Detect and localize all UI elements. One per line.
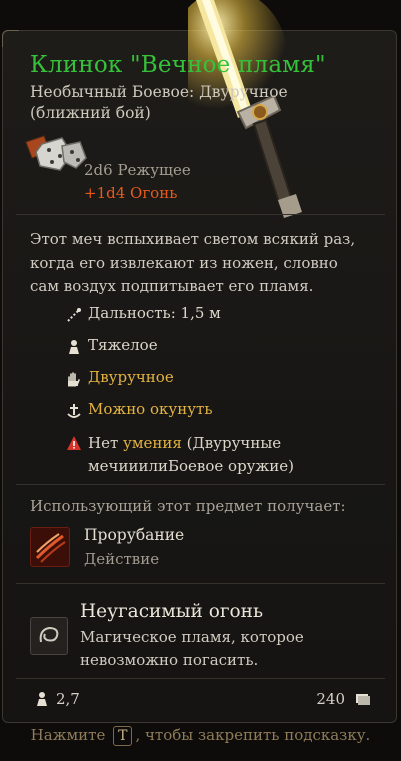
slash-action-icon[interactable] <box>30 527 70 567</box>
passive-name: Неугасимый огонь <box>80 601 264 622</box>
coin-icon <box>355 692 371 706</box>
pin-key[interactable]: T <box>113 726 133 746</box>
property-two-handed-label: Двуручное <box>88 368 174 386</box>
dip-icon <box>64 401 84 421</box>
weight-value: 2,7 <box>56 690 80 708</box>
item-description: Этот меч вспыхивает светом всякий раз, к… <box>30 230 356 295</box>
divider <box>16 678 385 679</box>
item-price: 240 <box>316 690 371 708</box>
weight-icon <box>36 691 48 707</box>
pin-hint: Нажмите T, чтобы закрепить подсказку. <box>0 726 401 746</box>
property-dippable-label: Можно окунуть <box>88 400 213 418</box>
property-heavy: Тяжелое <box>64 336 158 357</box>
action-type: Действие <box>84 550 160 568</box>
property-two-handed: Двуручное <box>64 368 174 389</box>
hint-before: Нажмите <box>30 726 106 744</box>
fire-passive-icon[interactable] <box>30 617 68 655</box>
damage-primary: 2d6 Режущее <box>84 161 191 179</box>
property-proficiency: Нет умения (Двуручные мечииилиБоевое ору… <box>64 432 364 478</box>
warning-icon <box>64 433 84 453</box>
item-name: Клинок "Вечное пламя" <box>30 52 326 78</box>
divider <box>16 583 385 584</box>
heavy-icon <box>64 337 84 357</box>
range-icon <box>64 305 84 325</box>
two-handed-icon <box>64 369 84 389</box>
proficiency-prefix: Нет <box>88 434 119 452</box>
item-category: Необычный Боевое: Двуручное (ближний бой… <box>30 83 288 122</box>
divider <box>16 214 385 215</box>
price-value: 240 <box>316 690 345 708</box>
action-name: Прорубание <box>84 526 185 544</box>
property-heavy-label: Тяжелое <box>88 336 158 354</box>
passive-description: Магическое пламя, которое невозможно пог… <box>80 628 304 669</box>
property-dippable: Можно окунуть <box>64 400 213 421</box>
damage-bonus: +1d4 Огонь <box>84 184 178 202</box>
divider <box>16 484 385 485</box>
grants-header: Использующий этот предмет получает: <box>30 497 346 515</box>
panel-corner <box>2 30 19 47</box>
proficiency-rest: (Двуручные мечииилиБоевое оружие) <box>88 434 295 475</box>
hint-after: , чтобы закрепить подсказку. <box>135 726 371 744</box>
property-range: Дальность: 1,5 м <box>64 304 221 325</box>
property-range-label: Дальность: 1,5 м <box>88 304 221 322</box>
dice-icon <box>25 135 87 171</box>
proficiency-word: умения <box>123 434 182 452</box>
item-weight: 2,7 <box>36 690 80 708</box>
